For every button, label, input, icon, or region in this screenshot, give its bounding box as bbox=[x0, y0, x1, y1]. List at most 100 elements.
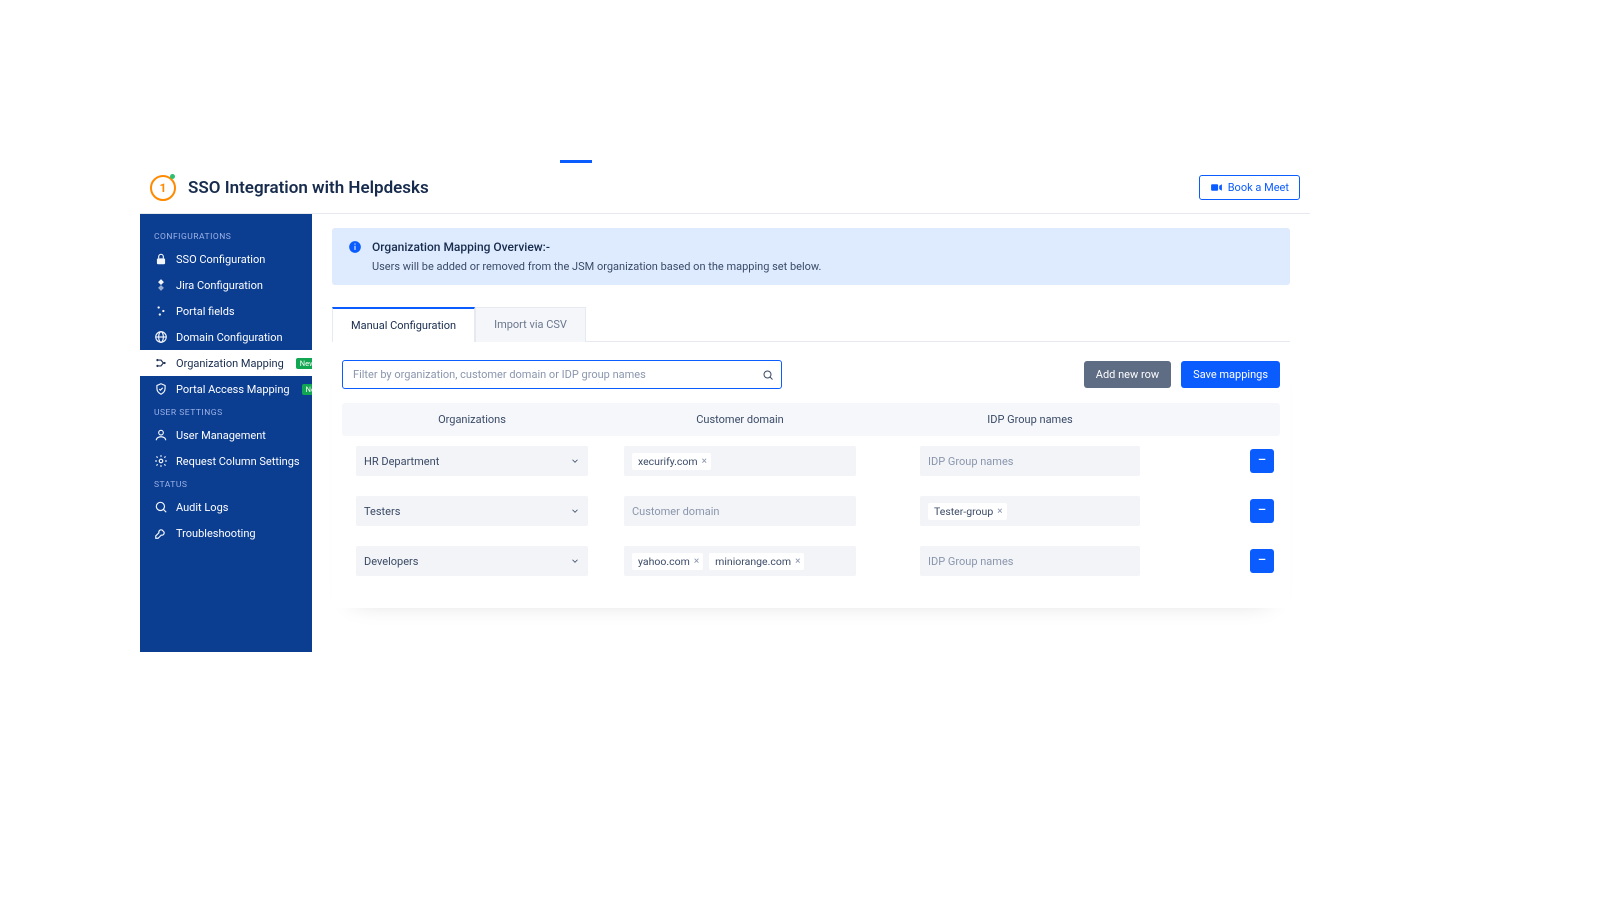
sidebar-item-user-management[interactable]: User Management bbox=[140, 422, 312, 448]
save-mappings-button[interactable]: Save mappings bbox=[1181, 361, 1280, 388]
sidebar-item-organization-mapping[interactable]: Organization Mapping New bbox=[140, 350, 312, 376]
info-icon bbox=[348, 240, 362, 254]
col-header-domain: Customer domain bbox=[616, 413, 864, 426]
logo-text: 1 bbox=[160, 181, 167, 195]
sidebar-item-jira-configuration[interactable]: Jira Configuration bbox=[140, 272, 312, 298]
domain-tag: yahoo.com × bbox=[632, 553, 703, 570]
new-badge: New bbox=[296, 358, 312, 369]
body: CONFIGURATIONS SSO Configuration Jira Conf… bbox=[140, 214, 1310, 652]
organization-select[interactable]: HR Department bbox=[356, 446, 588, 476]
sidebar-item-label: SSO Configuration bbox=[176, 253, 265, 266]
domain-tag: xecurify.com × bbox=[632, 453, 711, 470]
main-content: Organization Mapping Overview:- Users wi… bbox=[312, 214, 1310, 652]
table-row: Testers Tester-group × − bbox=[342, 486, 1280, 536]
idp-tag: Tester-group × bbox=[928, 503, 1007, 520]
customer-domain-input[interactable] bbox=[624, 496, 856, 526]
search-icon bbox=[154, 500, 168, 514]
app-window: 1 SSO Integration with Helpdesks Book a … bbox=[140, 162, 1310, 652]
topbar: 1 SSO Integration with Helpdesks Book a … bbox=[140, 162, 1310, 214]
new-badge: New bbox=[302, 384, 312, 395]
chevron-down-icon bbox=[570, 456, 580, 466]
table-header: Organizations Customer domain IDP Group … bbox=[342, 403, 1280, 436]
shield-icon bbox=[154, 382, 168, 396]
search-icon bbox=[762, 369, 774, 381]
table-row: Developers yahoo.com ×miniorange.com × − bbox=[342, 536, 1280, 586]
sidebar-item-troubleshooting[interactable]: Troubleshooting bbox=[140, 520, 312, 546]
remove-tag-icon[interactable]: × bbox=[795, 556, 800, 567]
organization-select[interactable]: Developers bbox=[356, 546, 588, 576]
topbar-left: 1 SSO Integration with Helpdesks bbox=[150, 175, 429, 201]
sidebar-item-label: Portal fields bbox=[176, 305, 235, 318]
video-icon bbox=[1210, 181, 1223, 194]
idp-group-input[interactable]: Tester-group × bbox=[920, 496, 1140, 526]
wrench-icon bbox=[154, 526, 168, 540]
filter-input[interactable] bbox=[342, 360, 782, 389]
chevron-down-icon bbox=[570, 556, 580, 566]
book-meet-label: Book a Meet bbox=[1228, 181, 1289, 194]
sidebar-item-label: Organization Mapping bbox=[176, 357, 284, 370]
info-text: Organization Mapping Overview:- Users wi… bbox=[372, 240, 821, 273]
sidebar-item-portal-access-mapping[interactable]: Portal Access Mapping New bbox=[140, 376, 312, 402]
sidebar-item-domain-configuration[interactable]: Domain Configuration bbox=[140, 324, 312, 350]
sidebar-section-label: STATUS bbox=[140, 474, 312, 494]
organization-select[interactable]: Testers bbox=[356, 496, 588, 526]
globe-icon bbox=[154, 330, 168, 344]
remove-tag-icon[interactable]: × bbox=[694, 556, 699, 567]
info-title: Organization Mapping Overview:- bbox=[372, 240, 821, 254]
sidebar: CONFIGURATIONS SSO Configuration Jira Conf… bbox=[140, 214, 312, 652]
sidebar-section-label: CONFIGURATIONS bbox=[140, 226, 312, 246]
remove-tag-icon[interactable]: × bbox=[702, 456, 707, 467]
search-wrap bbox=[342, 360, 782, 389]
minus-icon: − bbox=[1257, 452, 1266, 468]
user-icon bbox=[154, 428, 168, 442]
add-row-button[interactable]: Add new row bbox=[1084, 361, 1171, 388]
sidebar-item-label: Portal Access Mapping bbox=[176, 383, 290, 396]
app-logo: 1 bbox=[150, 175, 176, 201]
sidebar-item-sso-configuration[interactable]: SSO Configuration bbox=[140, 246, 312, 272]
panel: Add new row Save mappings Organizations … bbox=[332, 342, 1290, 608]
organization-value: HR Department bbox=[364, 455, 439, 468]
mapping-icon bbox=[154, 356, 168, 370]
table-body: HR Departmentxecurify.com ×−TestersTeste… bbox=[342, 436, 1280, 586]
gear-icon bbox=[154, 454, 168, 468]
jira-icon bbox=[154, 278, 168, 292]
organization-value: Developers bbox=[364, 555, 418, 568]
minus-icon: − bbox=[1257, 552, 1266, 568]
tab-import-via-csv[interactable]: Import via CSV bbox=[475, 307, 586, 342]
sidebar-item-label: Jira Configuration bbox=[176, 279, 263, 292]
customer-domain-input[interactable]: yahoo.com ×miniorange.com × bbox=[624, 546, 856, 576]
idp-group-input[interactable] bbox=[920, 446, 1140, 476]
sidebar-item-label: Domain Configuration bbox=[176, 331, 283, 344]
sidebar-item-request-column-settings[interactable]: Request Column Settings bbox=[140, 448, 312, 474]
top-accent bbox=[560, 160, 592, 163]
remove-row-button[interactable]: − bbox=[1250, 499, 1274, 523]
sidebar-item-audit-logs[interactable]: Audit Logs bbox=[140, 494, 312, 520]
mapping-table: Organizations Customer domain IDP Group … bbox=[342, 403, 1280, 586]
remove-tag-icon[interactable]: × bbox=[997, 506, 1002, 517]
customer-domain-input[interactable]: xecurify.com × bbox=[624, 446, 856, 476]
chevron-down-icon bbox=[570, 506, 580, 516]
sliders-icon bbox=[154, 304, 168, 318]
sidebar-item-label: User Management bbox=[176, 429, 266, 442]
organization-value: Testers bbox=[364, 505, 400, 518]
table-row: HR Department xecurify.com × − bbox=[342, 436, 1280, 486]
info-banner: Organization Mapping Overview:- Users wi… bbox=[332, 228, 1290, 285]
remove-row-button[interactable]: − bbox=[1250, 549, 1274, 573]
col-header-idp: IDP Group names bbox=[912, 413, 1148, 426]
tabs: Manual ConfigurationImport via CSV bbox=[332, 307, 1290, 342]
page-title: SSO Integration with Helpdesks bbox=[188, 178, 429, 198]
remove-row-button[interactable]: − bbox=[1250, 449, 1274, 473]
minus-icon: − bbox=[1257, 502, 1266, 518]
lock-icon bbox=[154, 252, 168, 266]
book-meet-button[interactable]: Book a Meet bbox=[1199, 175, 1300, 200]
toolbar: Add new row Save mappings bbox=[342, 360, 1280, 389]
sidebar-item-portal-fields[interactable]: Portal fields bbox=[140, 298, 312, 324]
sidebar-item-label: Troubleshooting bbox=[176, 527, 256, 540]
info-subtitle: Users will be added or removed from the … bbox=[372, 260, 821, 273]
sidebar-item-label: Request Column Settings bbox=[176, 455, 300, 468]
idp-group-input[interactable] bbox=[920, 546, 1140, 576]
col-header-org: Organizations bbox=[348, 413, 596, 426]
sidebar-section-label: USER SETTINGS bbox=[140, 402, 312, 422]
sidebar-item-label: Audit Logs bbox=[176, 501, 228, 514]
tab-manual-configuration[interactable]: Manual Configuration bbox=[332, 307, 475, 342]
